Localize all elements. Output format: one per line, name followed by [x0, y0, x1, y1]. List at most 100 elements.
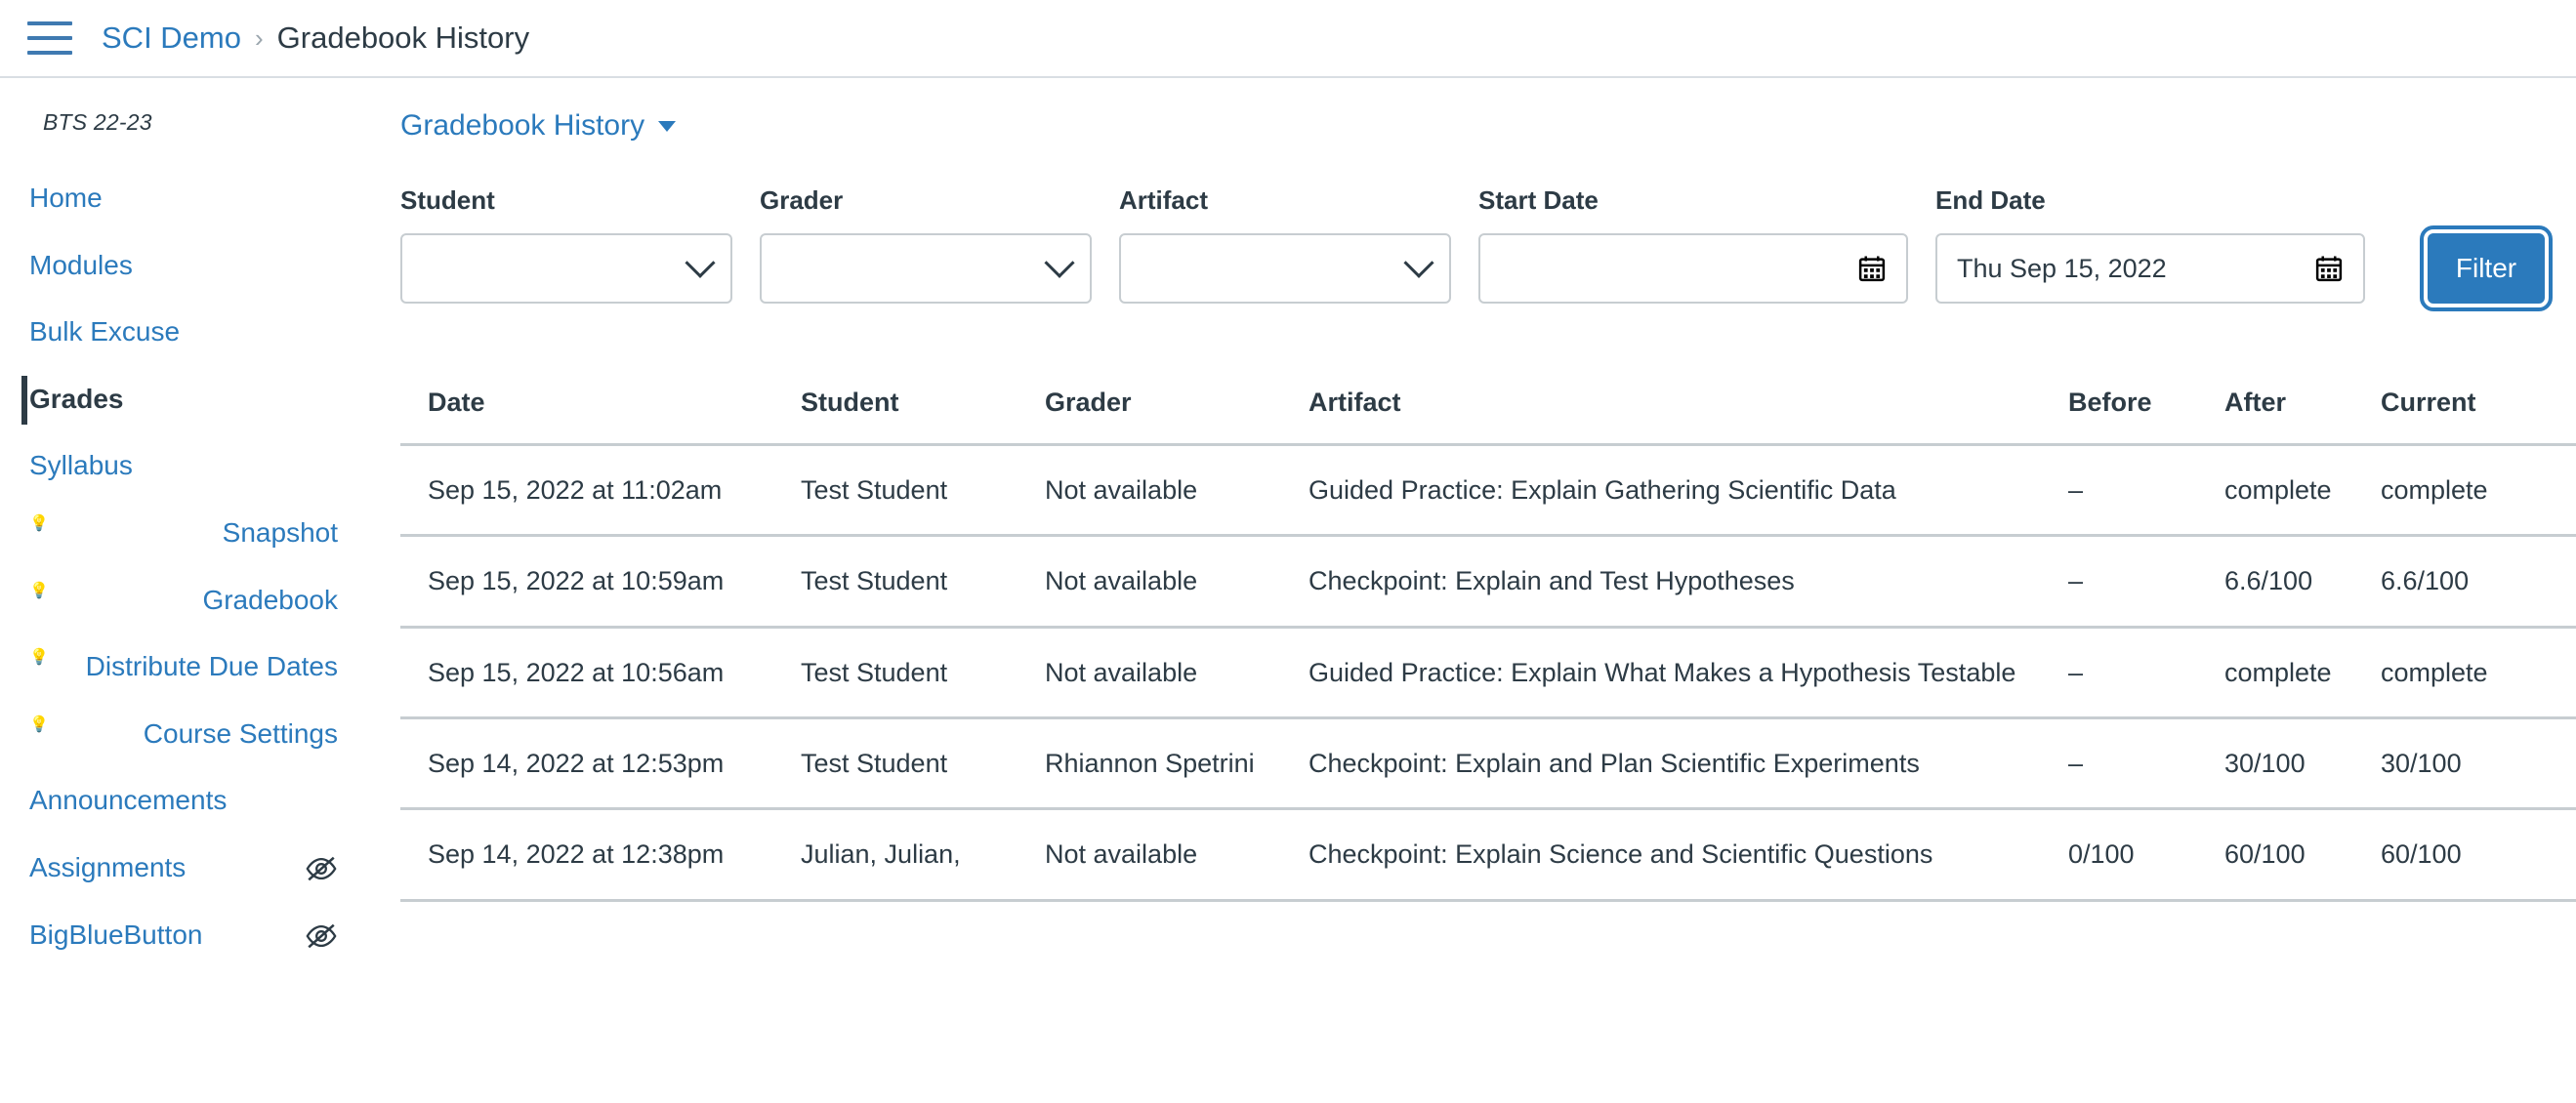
- sidebar-item-home[interactable]: Home: [0, 165, 361, 232]
- cell-current: 30/100: [2381, 717, 2576, 811]
- sidebar-item-distribute-due-dates[interactable]: 💡 Distribute Due Dates: [0, 633, 361, 701]
- sidebar-item-label: Bulk Excuse: [29, 316, 181, 347]
- artifact-select[interactable]: [1119, 233, 1451, 304]
- sidebar-item-snapshot[interactable]: 💡 Snapshot: [0, 500, 361, 567]
- start-date-field: Start Date: [1478, 185, 1908, 304]
- sidebar-item-label: Syllabus: [29, 450, 133, 481]
- sidebar-item-label: Announcements: [29, 785, 228, 816]
- hamburger-bar: [27, 21, 72, 25]
- course-code-label: BTS 22-23: [43, 109, 152, 135]
- cell-after: 6.6/100: [2224, 535, 2381, 629]
- sidebar-item-course-settings[interactable]: 💡 Course Settings: [0, 701, 361, 768]
- sidebar-item-label: Grades: [29, 383, 124, 414]
- cell-after: 30/100: [2224, 717, 2381, 811]
- grader-select[interactable]: [760, 233, 1092, 304]
- column-header-before: Before: [2068, 388, 2224, 446]
- cell-after: complete: [2224, 444, 2381, 538]
- cell-student: Julian, Julian,: [801, 808, 1045, 902]
- filter-button[interactable]: Filter: [2420, 225, 2553, 311]
- column-header-student: Student: [801, 388, 1045, 446]
- cell-date: Sep 15, 2022 at 11:02am: [400, 444, 801, 538]
- sidebar-item-label: BigBlueButton: [29, 919, 203, 950]
- cell-current: 6.6/100: [2381, 535, 2576, 629]
- cell-grader: Not available: [1045, 808, 1309, 902]
- calendar-icon[interactable]: [2314, 253, 2344, 284]
- cell-before: –: [2068, 535, 2224, 629]
- student-select[interactable]: [400, 233, 732, 304]
- cell-before: –: [2068, 444, 2224, 538]
- chevron-down-icon: [1403, 247, 1434, 278]
- end-date-label: End Date: [1935, 185, 2046, 215]
- cell-artifact: Checkpoint: Explain and Plan Scientific …: [1309, 717, 2068, 811]
- sidebar-item-bulk-excuse[interactable]: Bulk Excuse: [0, 299, 361, 366]
- cell-grader: Not available: [1045, 535, 1309, 629]
- breadcrumb-current-page: Gradebook History: [276, 20, 530, 55]
- cell-student: Test Student: [801, 444, 1045, 538]
- chevron-down-icon: [685, 247, 716, 278]
- cell-after: 60/100: [2224, 808, 2381, 902]
- breadcrumb: SCI Demo › Gradebook History: [102, 20, 529, 56]
- calendar-icon[interactable]: [1857, 253, 1887, 284]
- cell-current: complete: [2381, 444, 2576, 538]
- top-bar: SCI Demo › Gradebook History: [0, 0, 2576, 76]
- main-content: Gradebook History Student Grader Artifac…: [361, 78, 2576, 1103]
- start-date-input[interactable]: [1478, 233, 1908, 304]
- sidebar-item-label: Assignments: [29, 851, 187, 882]
- table-row: Sep 15, 2022 at 10:59am Test Student Not a…: [400, 535, 2576, 629]
- gradebook-history-table-container: Date Student Grader Artifact Before After Curr…: [400, 388, 2576, 902]
- cell-date: Sep 14, 2022 at 12:53pm: [400, 717, 801, 811]
- sidebar-item-modules[interactable]: Modules: [0, 232, 361, 300]
- table-body: Sep 15, 2022 at 11:02am Test Student Not a…: [400, 444, 2576, 902]
- sidebar-item-label: Gradebook: [202, 584, 338, 615]
- cell-artifact: Checkpoint: Explain Science and Scientif…: [1309, 808, 2068, 902]
- table-header-row: Date Student Grader Artifact Before After Curr…: [400, 388, 2576, 446]
- gradebook-view-switcher[interactable]: Gradebook History: [400, 109, 677, 143]
- breadcrumb-separator-icon: ›: [254, 22, 264, 53]
- cell-grader: Rhiannon Spetrini: [1045, 717, 1309, 811]
- end-date-field: End Date Thu Sep 15, 2022: [1935, 185, 2365, 304]
- cell-grader: Not available: [1045, 444, 1309, 538]
- table-row: Sep 15, 2022 at 10:56am Test Student Not a…: [400, 627, 2576, 719]
- grader-filter-label: Grader: [760, 185, 844, 215]
- artifact-filter-field: Artifact: [1119, 185, 1451, 304]
- column-header-grader: Grader: [1045, 388, 1309, 446]
- cell-date: Sep 14, 2022 at 12:38pm: [400, 808, 801, 902]
- end-date-input[interactable]: Thu Sep 15, 2022: [1935, 233, 2365, 304]
- cell-student: Test Student: [801, 627, 1045, 719]
- sidebar-item-gradebook[interactable]: 💡 Gradebook: [0, 567, 361, 634]
- column-header-date: Date: [400, 388, 801, 446]
- sidebar-item-syllabus[interactable]: Syllabus: [0, 432, 361, 500]
- sidebar-item-announcements[interactable]: Announcements: [0, 767, 361, 835]
- student-filter-field: Student: [400, 185, 732, 304]
- light-bulb-icon: 💡: [29, 715, 49, 733]
- sidebar-item-label: Distribute Due Dates: [85, 651, 338, 682]
- hamburger-icon[interactable]: [27, 21, 72, 55]
- sidebar-item-label: Home: [29, 183, 103, 213]
- breadcrumb-course-link[interactable]: SCI Demo: [102, 20, 241, 56]
- hamburger-bar: [27, 36, 72, 40]
- table-row: Sep 14, 2022 at 12:38pm Julian, Julian, No…: [400, 808, 2576, 902]
- table-head: Date Student Grader Artifact Before After Curr…: [400, 388, 2576, 446]
- sidebar-item-bigbluebutton[interactable]: BigBlueButton: [0, 902, 361, 969]
- eye-slash-icon[interactable]: [305, 854, 338, 883]
- cell-before: –: [2068, 717, 2224, 811]
- page-body: BTS 22-23 Home Modules Bulk Excuse Grades Sy…: [0, 78, 2576, 1103]
- column-header-after: After: [2224, 388, 2381, 446]
- cell-grader: Not available: [1045, 627, 1309, 719]
- cell-date: Sep 15, 2022 at 10:59am: [400, 535, 801, 629]
- cell-before: –: [2068, 627, 2224, 719]
- cell-artifact: Guided Practice: Explain What Makes a Hy…: [1309, 627, 2068, 719]
- end-date-value: Thu Sep 15, 2022: [1957, 253, 2167, 283]
- filter-bar: Student Grader Artifact Start Date End D…: [400, 185, 2576, 311]
- table-row: Sep 15, 2022 at 11:02am Test Student Not a…: [400, 444, 2576, 538]
- sidebar-item-label: Course Settings: [143, 717, 338, 749]
- view-switcher-label: Gradebook History: [400, 109, 645, 142]
- sidebar-item-grades[interactable]: Grades: [0, 366, 361, 433]
- eye-slash-icon[interactable]: [305, 921, 338, 951]
- start-date-label: Start Date: [1478, 185, 1599, 215]
- cell-artifact: Checkpoint: Explain and Test Hypotheses: [1309, 535, 2068, 629]
- cell-student: Test Student: [801, 535, 1045, 629]
- column-header-current: Current: [2381, 388, 2576, 446]
- artifact-filter-label: Artifact: [1119, 185, 1209, 215]
- sidebar-item-assignments[interactable]: Assignments: [0, 835, 361, 902]
